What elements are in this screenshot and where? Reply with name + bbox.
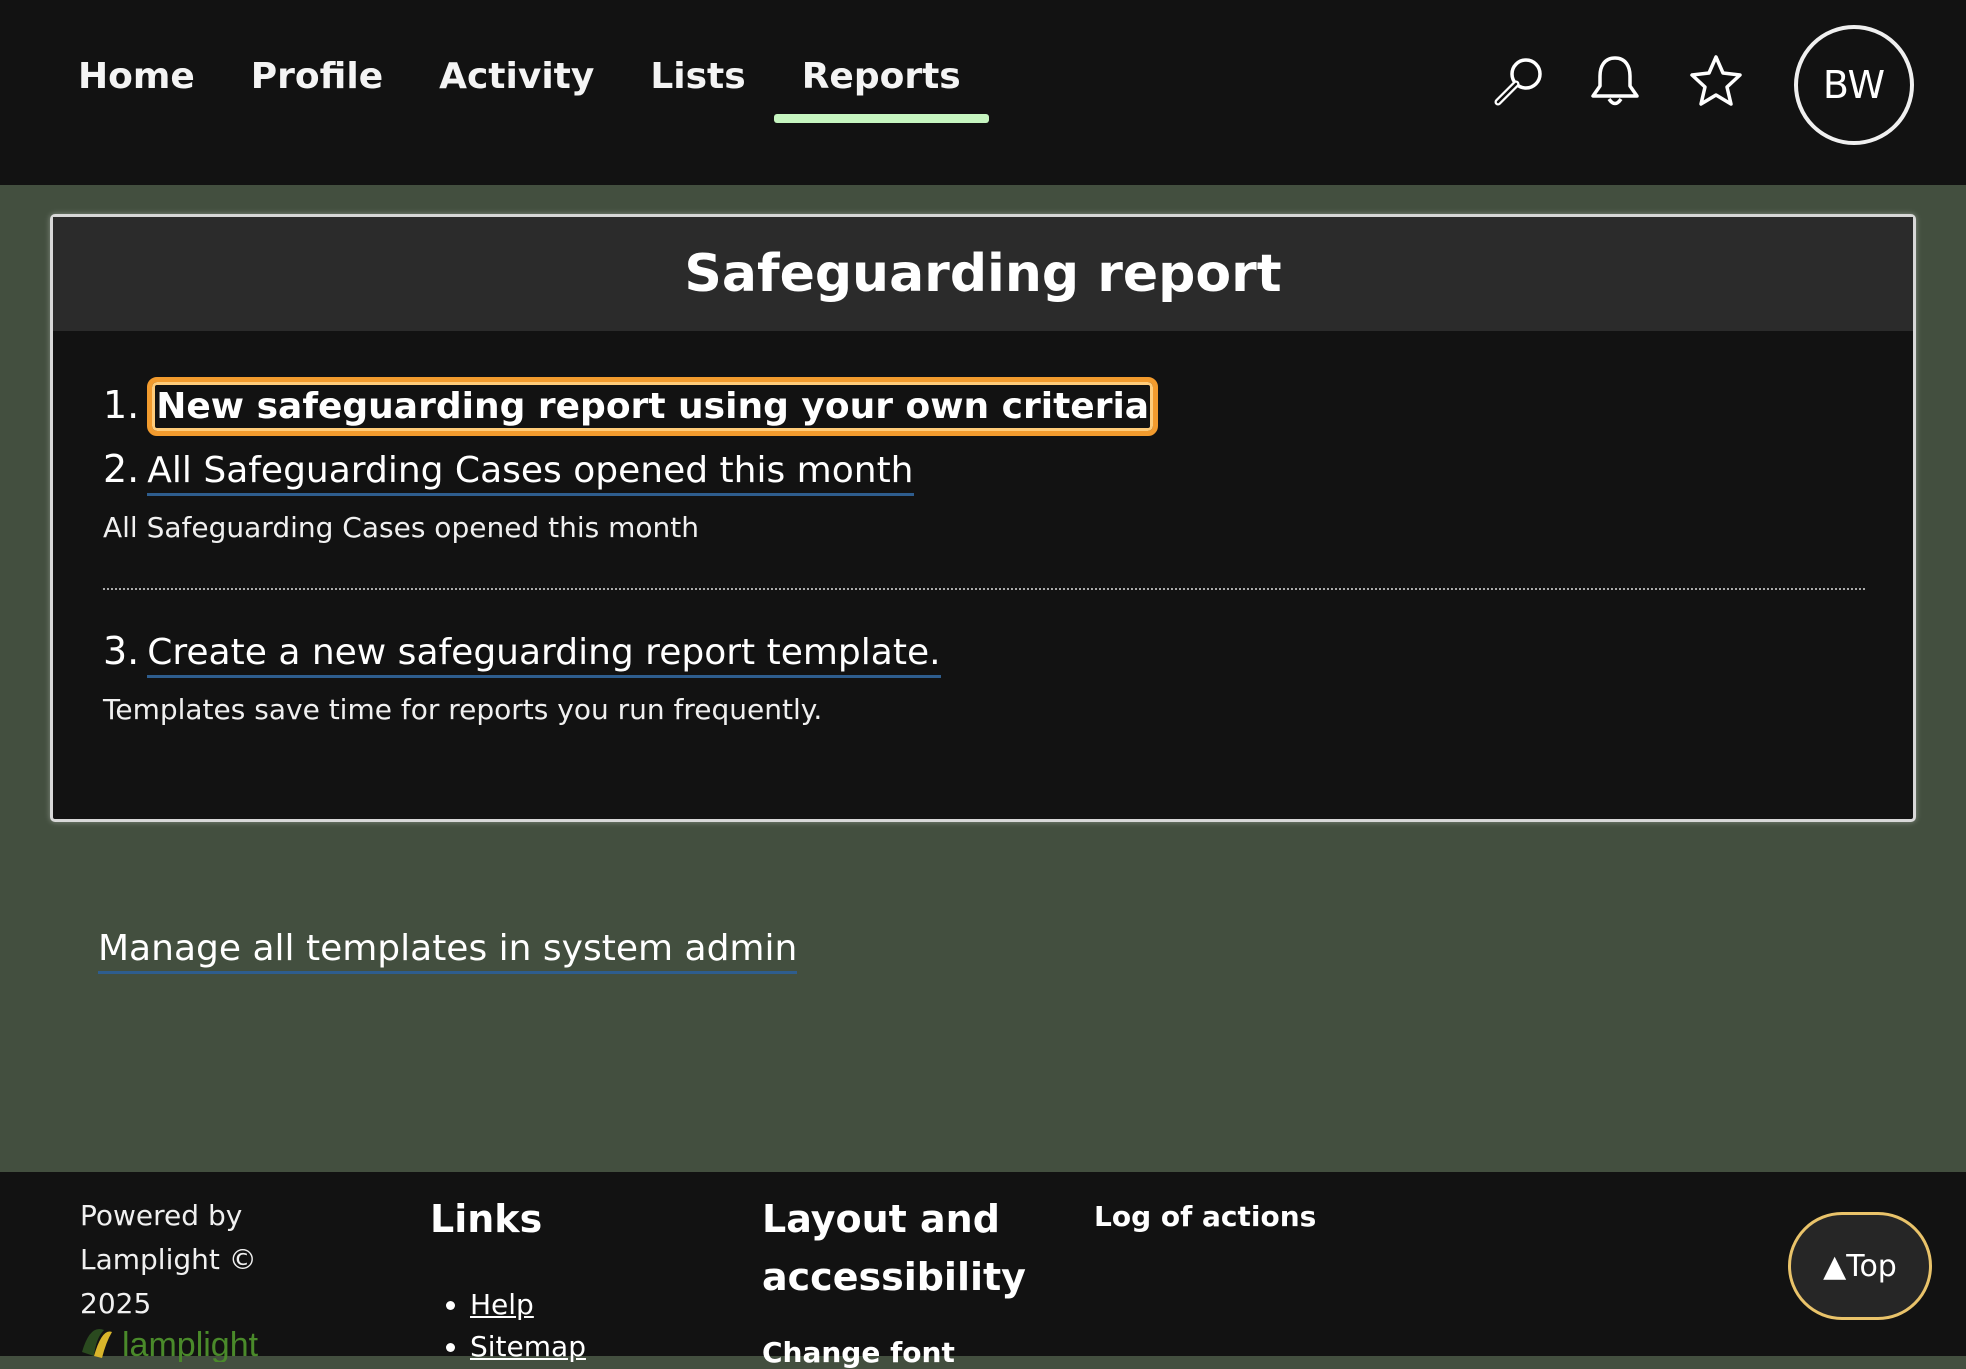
- back-to-top-button[interactable]: ▲Top: [1788, 1212, 1932, 1320]
- report-item-3: 3. Create a new safeguarding report temp…: [103, 629, 941, 678]
- star-icon: [1690, 55, 1742, 106]
- item-number: 2.: [103, 447, 140, 491]
- log-of-actions-link[interactable]: Log of actions: [1094, 1200, 1316, 1233]
- nav-activity[interactable]: Activity: [411, 50, 622, 123]
- main-nav: Home Profile Activity Lists Reports: [50, 50, 989, 123]
- bell-icon: [1591, 56, 1639, 106]
- create-template-link[interactable]: Create a new safeguarding report templat…: [147, 632, 941, 678]
- search-icon: [1494, 58, 1542, 106]
- notifications-button[interactable]: [1585, 52, 1645, 112]
- links-heading: Links: [430, 1197, 543, 1241]
- nav-reports[interactable]: Reports: [773, 50, 989, 123]
- list-item: Help: [470, 1284, 586, 1326]
- item-number: 3.: [103, 629, 140, 673]
- change-font-label[interactable]: Change font: [762, 1336, 955, 1369]
- nav-home[interactable]: Home: [50, 50, 223, 123]
- search-button[interactable]: [1490, 52, 1550, 112]
- report-item-1: 1. New safeguarding report using your ow…: [103, 377, 1159, 436]
- report-item-2: 2. All Safeguarding Cases opened this mo…: [103, 447, 914, 496]
- safeguarding-cases-month-link[interactable]: All Safeguarding Cases opened this month: [147, 450, 914, 496]
- nav-lists[interactable]: Lists: [622, 50, 773, 123]
- sitemap-link[interactable]: Sitemap: [470, 1330, 586, 1363]
- new-report-link[interactable]: New safeguarding report using your own c…: [147, 377, 1159, 436]
- item-number: 1.: [103, 383, 140, 427]
- layout-accessibility-heading: Layout and accessibility: [762, 1197, 1026, 1299]
- favourites-button[interactable]: [1686, 52, 1746, 112]
- page-title: Safeguarding report: [684, 244, 1282, 304]
- powered-by-text: Powered by Lamplight © 2025: [80, 1199, 257, 1320]
- lamplight-logo-icon: lamplight: [82, 1326, 259, 1362]
- list-item: Sitemap: [470, 1326, 586, 1368]
- item-description: All Safeguarding Cases opened this month: [103, 511, 699, 544]
- safeguarding-report-card: Safeguarding report 1. New safeguarding …: [50, 214, 1916, 822]
- top-navigation-bar: Home Profile Activity Lists Reports BW: [0, 0, 1966, 185]
- footer: Powered by Lamplight © 2025 lamplight Li…: [0, 1172, 1966, 1369]
- card-header: Safeguarding report: [53, 217, 1913, 331]
- help-link[interactable]: Help: [470, 1288, 534, 1321]
- nav-profile[interactable]: Profile: [223, 50, 411, 123]
- footer-links-list: Help Sitemap: [430, 1284, 586, 1368]
- manage-templates-link[interactable]: Manage all templates in system admin: [98, 928, 798, 974]
- item-description: Templates save time for reports you run …: [103, 693, 823, 726]
- user-avatar[interactable]: BW: [1794, 25, 1914, 145]
- divider: [103, 588, 1865, 590]
- svg-text:lamplight: lamplight: [122, 1326, 259, 1362]
